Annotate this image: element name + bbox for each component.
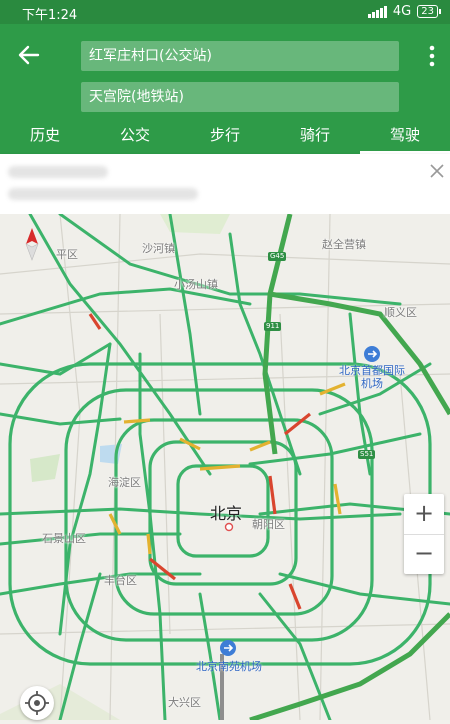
airport-label: 北京南苑机场 bbox=[196, 660, 262, 673]
airport-label: 北京首都国际机场 bbox=[339, 364, 405, 390]
tab-walk[interactable]: 步行 bbox=[180, 120, 270, 154]
town-label: 沙河镇 bbox=[142, 242, 175, 255]
district-label: 丰台区 bbox=[104, 574, 137, 587]
locate-button[interactable] bbox=[20, 686, 54, 720]
airport-icon bbox=[220, 640, 236, 656]
district-label: 海淀区 bbox=[108, 476, 141, 489]
tab-bike[interactable]: 骑行 bbox=[270, 120, 360, 154]
district-label: 顺义区 bbox=[384, 306, 417, 319]
route-header: 红军庄村口(公交站) 天宫院(地铁站) 历史 公交 步行 骑行 驾驶 bbox=[0, 24, 450, 154]
tab-transit[interactable]: 公交 bbox=[90, 120, 180, 154]
city-center-icon bbox=[224, 522, 234, 532]
tab-drive[interactable]: 驾驶 bbox=[360, 120, 450, 154]
mode-tabs: 历史 公交 步行 骑行 驾驶 bbox=[0, 120, 450, 154]
status-time: 下午1:24 bbox=[22, 8, 78, 23]
district-label: 大兴区 bbox=[168, 696, 201, 709]
highway-shield: S51 bbox=[358, 450, 376, 459]
town-label: 赵全营镇 bbox=[322, 238, 366, 251]
district-label: 平区 bbox=[56, 248, 78, 261]
notice-blurred-line bbox=[8, 188, 198, 200]
district-label: 石景山区 bbox=[42, 532, 86, 545]
status-bar: 下午1:24 4G 23 bbox=[0, 0, 450, 24]
locate-icon bbox=[25, 691, 49, 715]
close-icon[interactable] bbox=[428, 162, 446, 180]
zoom-controls: + − bbox=[404, 494, 444, 574]
tab-history[interactable]: 历史 bbox=[0, 120, 90, 154]
battery-icon: 23 bbox=[417, 5, 441, 18]
signal-icon bbox=[367, 5, 387, 18]
zoom-in-button[interactable]: + bbox=[404, 494, 444, 535]
end-location-field[interactable]: 天宫院(地铁站) bbox=[81, 82, 399, 112]
back-arrow-icon[interactable] bbox=[14, 40, 44, 70]
compass-icon[interactable] bbox=[22, 226, 42, 262]
city-name-label: 北京 bbox=[210, 504, 243, 523]
traffic-map[interactable]: 平区 沙河镇 小汤山镇 赵全营镇 顺义区 海淀区 石景山区 丰台区 朝阳区 大兴… bbox=[0, 214, 450, 720]
town-label: 小汤山镇 bbox=[174, 278, 218, 291]
notice-banner bbox=[0, 154, 450, 214]
highway-shield: 911 bbox=[264, 322, 282, 331]
highway-shield: G45 bbox=[268, 252, 287, 261]
notice-blurred-line bbox=[8, 166, 108, 178]
network-type: 4G bbox=[392, 4, 412, 19]
more-options-icon[interactable] bbox=[422, 42, 442, 70]
start-location-field[interactable]: 红军庄村口(公交站) bbox=[81, 41, 399, 71]
zoom-out-button[interactable]: − bbox=[404, 534, 444, 574]
district-label: 朝阳区 bbox=[252, 518, 285, 531]
status-indicators: 4G 23 bbox=[367, 4, 441, 19]
airport-icon bbox=[364, 346, 380, 362]
